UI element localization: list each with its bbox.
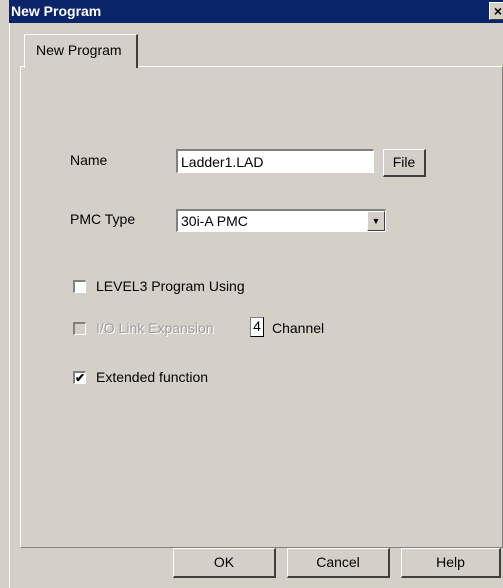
- file-button[interactable]: File: [383, 149, 426, 177]
- channel-input[interactable]: 4: [250, 317, 264, 337]
- window-title: New Program: [11, 3, 102, 19]
- tab-new-program[interactable]: New Program: [24, 34, 138, 68]
- name-label: Name: [70, 152, 108, 168]
- tab-label: New Program: [36, 42, 122, 58]
- extended-function-label: Extended function: [96, 369, 209, 385]
- close-icon[interactable]: ×: [489, 2, 503, 20]
- channel-label: Channel: [272, 320, 325, 336]
- triangle-down-icon[interactable]: ▼: [367, 211, 385, 231]
- ok-button[interactable]: OK: [173, 548, 276, 578]
- cancel-button[interactable]: Cancel: [287, 548, 390, 578]
- extended-function-checkbox[interactable]: ✔: [73, 371, 86, 384]
- pmc-type-value: 30i-A PMC: [181, 213, 248, 229]
- level3-label: LEVEL3 Program Using: [96, 278, 245, 294]
- window-edge: [9, 23, 10, 588]
- title-bar: New Program ×: [9, 0, 503, 23]
- new-program-dialog: New Program × New Program Name Ladder1.L…: [0, 0, 503, 588]
- help-button[interactable]: Help: [401, 548, 501, 578]
- tab-panel: [20, 66, 503, 548]
- pmc-type-select[interactable]: 30i-A PMC ▼: [176, 209, 386, 232]
- pmc-type-label: PMC Type: [70, 211, 136, 227]
- io-link-checkbox: [73, 322, 86, 335]
- level3-checkbox[interactable]: [73, 280, 86, 293]
- io-link-label: I/O Link Expansion: [96, 320, 214, 336]
- name-field[interactable]: Ladder1.LAD: [176, 149, 374, 173]
